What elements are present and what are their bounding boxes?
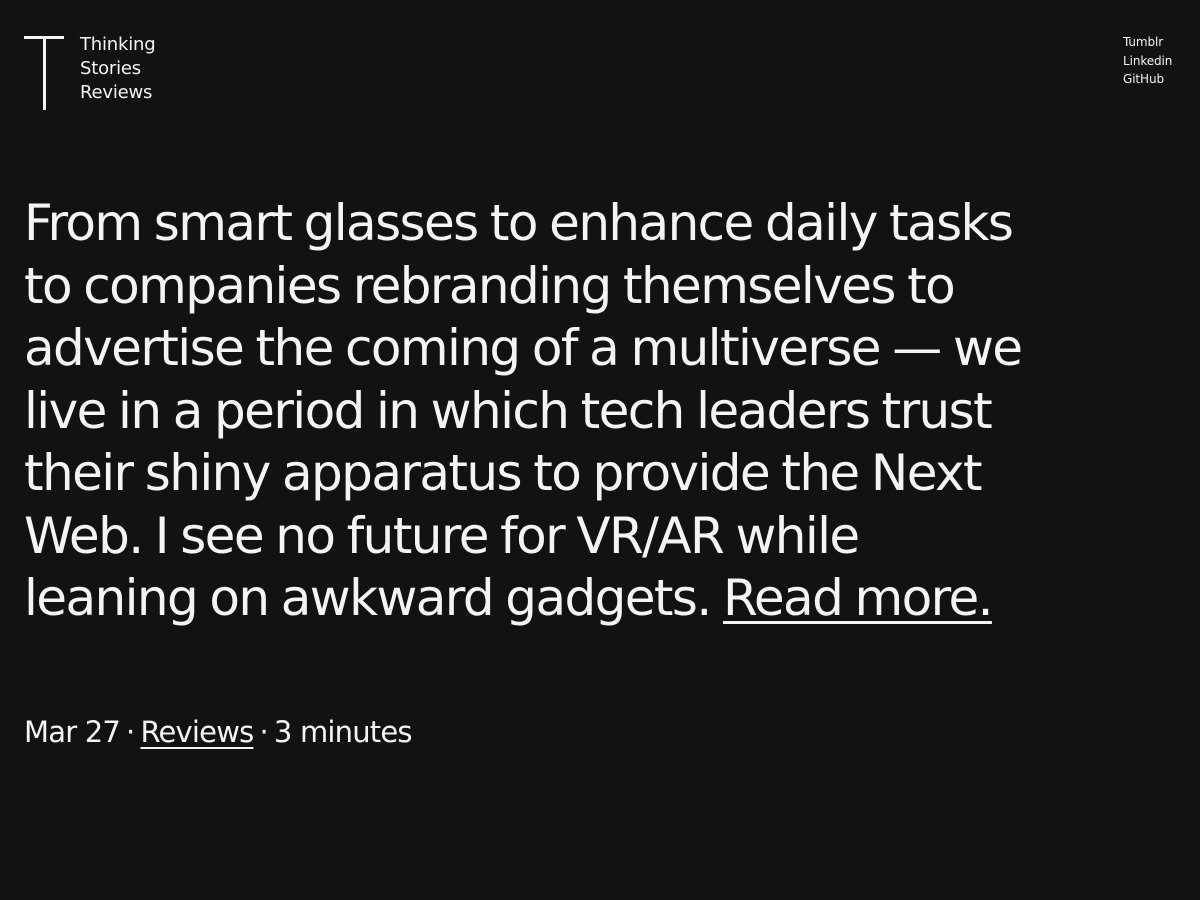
nav-link-reviews[interactable]: Reviews (80, 81, 155, 105)
post-excerpt: From smart glasses to enhance daily task… (24, 192, 1024, 630)
social-link-github[interactable]: GitHub (1123, 70, 1172, 89)
nav-link-stories[interactable]: Stories (80, 57, 155, 81)
social-item-tumblr: Tumblr (1123, 33, 1172, 52)
post-read-time: 3 minutes (273, 715, 413, 749)
post-date: Mar 27 (24, 715, 121, 749)
main-navigation: Thinking Stories Reviews (80, 33, 156, 105)
social-item-github: GitHub (1123, 70, 1172, 89)
logo-stem (42, 36, 46, 110)
nav-item-reviews: Reviews (80, 81, 155, 105)
nav-item-stories: Stories (80, 57, 155, 81)
social-link-tumblr[interactable]: Tumblr (1123, 33, 1172, 52)
page: Thinking Stories Reviews Tumblr Linkedin… (0, 0, 1200, 900)
social-item-linkedin: Linkedin (1123, 52, 1172, 71)
nav-link-thinking[interactable]: Thinking (80, 33, 156, 57)
social-link-linkedin[interactable]: Linkedin (1123, 52, 1172, 71)
post-excerpt-text: From smart glasses to enhance daily task… (24, 194, 1023, 627)
meta-separator: · (126, 715, 135, 749)
read-more-link[interactable]: Read more. (723, 569, 994, 627)
letter-t-logo-icon[interactable] (24, 36, 66, 110)
post-category-link[interactable]: Reviews (140, 715, 254, 749)
meta-separator: · (259, 715, 268, 749)
post-meta: Mar 27 · Reviews · 3 minutes (24, 713, 413, 751)
social-links: Tumblr Linkedin GitHub (1123, 33, 1172, 89)
nav-item-thinking: Thinking (80, 33, 156, 57)
